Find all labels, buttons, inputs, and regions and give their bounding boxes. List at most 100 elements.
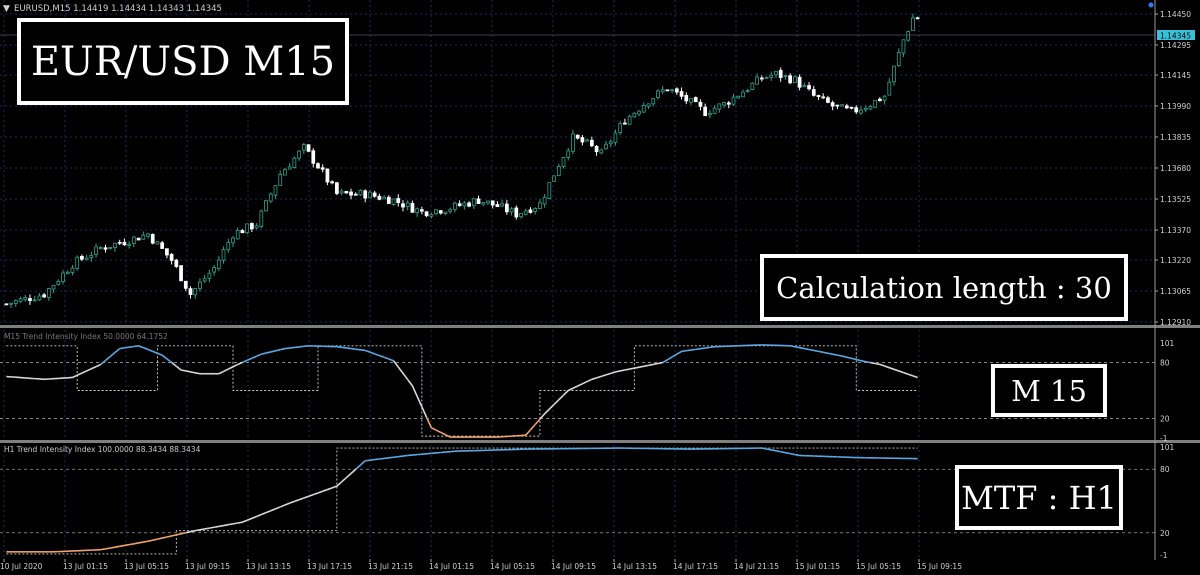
indicator-segment bbox=[341, 346, 347, 349]
candle-body bbox=[504, 203, 509, 213]
indicator-segment bbox=[624, 368, 630, 371]
candle-body bbox=[618, 123, 623, 133]
candle-body bbox=[75, 256, 80, 269]
candle-body bbox=[240, 230, 245, 234]
candle-body bbox=[183, 280, 188, 289]
candle-body bbox=[627, 115, 632, 125]
indicator-segment bbox=[190, 529, 196, 533]
candle-body bbox=[401, 203, 405, 208]
candle-body bbox=[684, 95, 689, 102]
indicator-segment bbox=[237, 521, 243, 524]
candle-body bbox=[811, 89, 816, 96]
candle-body bbox=[755, 76, 759, 85]
indicator-segment bbox=[860, 359, 866, 363]
candle-body bbox=[844, 105, 849, 109]
candle-body bbox=[420, 209, 424, 212]
candle-body bbox=[547, 182, 552, 199]
candle-body bbox=[887, 81, 892, 96]
indicator-segment bbox=[804, 347, 810, 351]
candle-body bbox=[9, 302, 13, 305]
price-tick-label: 1.12910 bbox=[1160, 318, 1191, 327]
indicator-segment bbox=[152, 538, 158, 541]
candle-body bbox=[306, 144, 311, 152]
candle-body bbox=[443, 211, 448, 214]
candle-body bbox=[18, 298, 23, 303]
indicator-segment bbox=[143, 540, 149, 543]
candle-body bbox=[835, 104, 840, 107]
candle-body bbox=[358, 190, 363, 196]
indicator-segment bbox=[790, 452, 796, 456]
indicator-segment bbox=[284, 347, 290, 350]
indicator-segment bbox=[209, 526, 215, 529]
candle-body bbox=[344, 190, 349, 194]
indicator-segment bbox=[360, 349, 366, 352]
candle-body bbox=[410, 202, 415, 213]
collapse-icon[interactable]: ▼ bbox=[3, 4, 10, 14]
candle-body bbox=[589, 139, 594, 147]
indicator-segment bbox=[841, 355, 848, 358]
time-tick-label: 13 Jul 21:15 bbox=[368, 562, 413, 571]
indicator-segment bbox=[299, 345, 304, 348]
indicator-tick-label: 20 bbox=[1160, 529, 1170, 538]
indicator-tick-label: -1 bbox=[1160, 434, 1168, 443]
time-tick-label: 14 Jul 01:15 bbox=[429, 562, 474, 571]
candle-body bbox=[207, 272, 212, 279]
candle-body bbox=[117, 241, 122, 244]
candle-body bbox=[854, 107, 859, 113]
indicator-segment bbox=[832, 353, 838, 356]
indicator-segment bbox=[176, 533, 182, 536]
candle-body bbox=[816, 94, 821, 98]
indicator-segment bbox=[195, 372, 201, 375]
indicator-segment bbox=[374, 458, 380, 461]
candle-body bbox=[259, 210, 264, 227]
candle-body bbox=[571, 133, 575, 152]
indicator-segment bbox=[124, 346, 130, 349]
candle-body bbox=[906, 31, 911, 41]
price-marker bbox=[1148, 2, 1154, 8]
price-tick-label: 1.14145 bbox=[1160, 71, 1191, 80]
candle-body bbox=[292, 157, 297, 168]
candle-body bbox=[23, 297, 28, 301]
candle-body bbox=[726, 102, 731, 105]
candle-body bbox=[61, 272, 65, 282]
candle-body bbox=[221, 249, 226, 261]
indicator-segment bbox=[190, 371, 196, 374]
candle-body bbox=[679, 91, 684, 97]
indicator-segment bbox=[124, 543, 130, 547]
indicator-segment bbox=[634, 366, 640, 369]
candle-body bbox=[174, 259, 179, 267]
candle-body bbox=[424, 211, 429, 217]
candle-body bbox=[575, 134, 580, 139]
candle-body bbox=[514, 207, 519, 218]
candle-body bbox=[651, 98, 656, 105]
indicator-segment bbox=[794, 345, 800, 349]
candle-body bbox=[538, 202, 542, 209]
indicator-segment bbox=[761, 447, 767, 450]
candle-body bbox=[353, 193, 358, 196]
candle-body bbox=[94, 246, 98, 255]
candle-body bbox=[349, 191, 353, 196]
candle-body bbox=[80, 256, 84, 260]
candle-body bbox=[212, 267, 216, 273]
indicator-segment bbox=[789, 345, 796, 348]
candle-body bbox=[745, 90, 750, 92]
candle-body bbox=[179, 265, 183, 282]
indicator-segment bbox=[171, 534, 177, 537]
indicator-segment bbox=[705, 346, 710, 349]
indicator-segment bbox=[681, 349, 687, 353]
indicator-segment bbox=[355, 348, 361, 351]
candle-body bbox=[566, 150, 571, 158]
candle-body bbox=[849, 106, 854, 109]
time-tick-label: 13 Jul 13:15 bbox=[246, 562, 291, 571]
candle-body bbox=[674, 88, 679, 93]
candle-body bbox=[873, 99, 878, 108]
candle-body bbox=[604, 143, 608, 150]
indicator-segment bbox=[398, 455, 404, 458]
time-tick-label: 15 Jul 09:15 bbox=[917, 562, 962, 571]
candle-body bbox=[368, 191, 372, 199]
price-tick-label: 1.13525 bbox=[1160, 195, 1191, 204]
candle-body bbox=[51, 284, 56, 290]
indicator-segment bbox=[138, 541, 144, 544]
candle-body bbox=[911, 17, 915, 31]
candle-body bbox=[245, 223, 250, 234]
